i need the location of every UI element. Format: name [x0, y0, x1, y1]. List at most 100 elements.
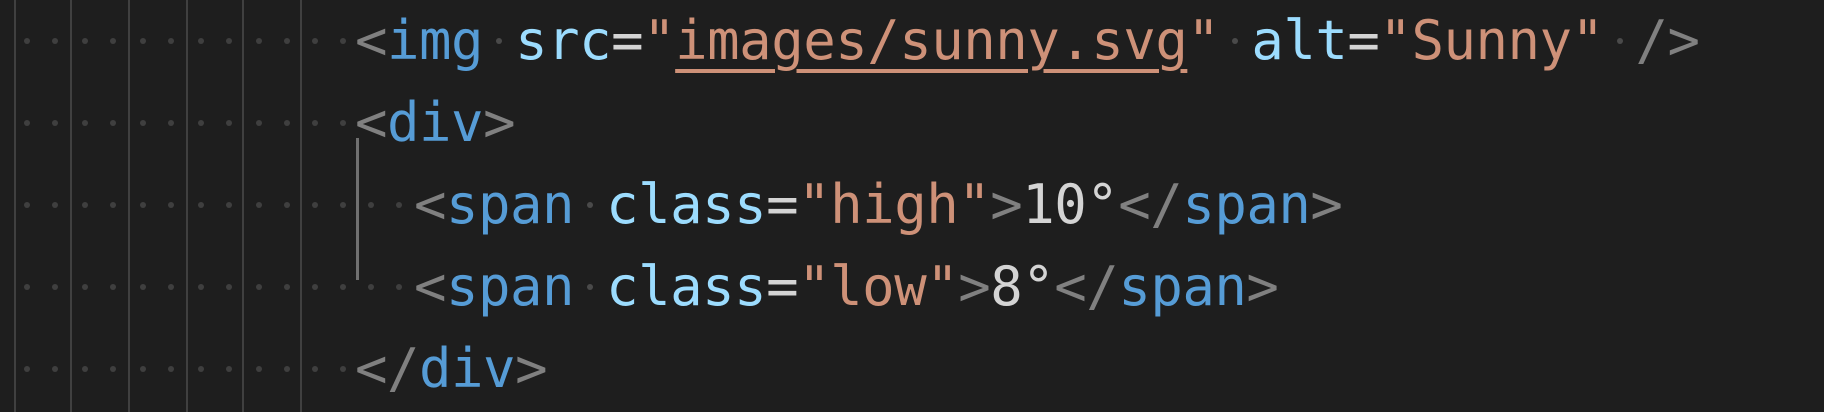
whitespace-dot: [340, 120, 346, 126]
code-text: <div>: [355, 82, 516, 164]
whitespace-dot: [256, 202, 262, 208]
whitespace-dot: [340, 38, 346, 44]
tag-close-bracket: >: [515, 337, 548, 400]
whitespace-dot: [24, 202, 30, 208]
tag-close-bracket: >: [1310, 173, 1343, 236]
whitespace-space: [1219, 9, 1251, 72]
code-text: <span class="high">10°</span>: [414, 164, 1343, 246]
whitespace-dot: [312, 366, 318, 372]
whitespace-dot: [52, 366, 58, 372]
whitespace-space: [1604, 9, 1636, 72]
code-editor[interactable]: <img src="images/sunny.svg" alt="Sunny" …: [0, 0, 1824, 412]
end-tag-open-bracket: </: [1118, 173, 1183, 236]
whitespace-dot: [198, 366, 204, 372]
whitespace-dot: [110, 38, 116, 44]
whitespace-dot: [110, 366, 116, 372]
quote: ": [926, 255, 959, 318]
quote: ": [798, 173, 831, 236]
whitespace-dot: [52, 202, 58, 208]
whitespace-dot: [340, 366, 346, 372]
code-line[interactable]: <span class="low">8°</span>: [0, 246, 1824, 328]
whitespace-dot: [140, 366, 146, 372]
attribute-name: src: [515, 9, 612, 72]
text-content: 8°: [990, 255, 1055, 318]
whitespace-dot: [140, 120, 146, 126]
whitespace-dot: [82, 284, 88, 290]
quote: ": [1571, 9, 1605, 72]
code-line[interactable]: <div>: [0, 82, 1824, 164]
whitespace-dot: [198, 38, 204, 44]
whitespace-dot: [312, 284, 318, 290]
whitespace-dot: [168, 366, 174, 372]
attribute-name: class: [606, 255, 767, 318]
whitespace-dot: [52, 284, 58, 290]
quote: ": [1379, 9, 1412, 72]
tag-open-bracket: <: [414, 255, 447, 318]
end-tag-open-bracket: </: [355, 337, 420, 400]
equals-sign: =: [766, 255, 799, 318]
tag-open-bracket: <: [355, 91, 388, 154]
whitespace-dot: [168, 38, 174, 44]
tag-open-bracket: <: [355, 9, 388, 72]
whitespace-dot: [82, 38, 88, 44]
whitespace-dot: [284, 202, 290, 208]
whitespace-dot: [396, 284, 402, 290]
src-link[interactable]: images/sunny.svg: [675, 9, 1188, 72]
code-line[interactable]: <img src="images/sunny.svg" alt="Sunny" …: [0, 0, 1824, 82]
whitespace-dot: [82, 366, 88, 372]
quote: ": [798, 255, 831, 318]
whitespace-dot: [198, 120, 204, 126]
tag-name: span: [446, 255, 575, 318]
whitespace-dot: [52, 38, 58, 44]
whitespace-dot: [368, 202, 374, 208]
equals-sign: =: [611, 9, 644, 72]
whitespace-space: [574, 255, 606, 318]
code-text: <img src="images/sunny.svg" alt="Sunny" …: [355, 0, 1700, 82]
quote: ": [958, 173, 991, 236]
whitespace-dot: [284, 366, 290, 372]
whitespace-dot: [24, 284, 30, 290]
whitespace-dot: [312, 38, 318, 44]
whitespace-dot: [82, 120, 88, 126]
whitespace-dot: [52, 120, 58, 126]
whitespace-dot: [140, 284, 146, 290]
tag-close-bracket: >: [1246, 255, 1279, 318]
whitespace-dot: [198, 284, 204, 290]
whitespace-dot: [340, 202, 346, 208]
whitespace-dot: [396, 202, 402, 208]
whitespace-dot: [256, 284, 262, 290]
whitespace-dot: [168, 120, 174, 126]
whitespace-dot: [312, 120, 318, 126]
code-line[interactable]: </div>: [0, 328, 1824, 410]
whitespace-dot: [226, 366, 232, 372]
tag-close-bracket: >: [958, 255, 991, 318]
quote: ": [1187, 9, 1220, 72]
whitespace-dot: [256, 120, 262, 126]
whitespace-dot: [24, 120, 30, 126]
tag-name: img: [387, 9, 484, 72]
end-tag-name: span: [1118, 255, 1247, 318]
whitespace-dot: [226, 202, 232, 208]
whitespace-dot: [312, 202, 318, 208]
tag-open-bracket: <: [414, 173, 447, 236]
code-text: </div>: [355, 328, 548, 410]
whitespace-dot: [110, 202, 116, 208]
tag-name: div: [387, 91, 484, 154]
tag-close-bracket: >: [483, 91, 516, 154]
whitespace-dot: [226, 120, 232, 126]
attribute-value: Sunny: [1411, 9, 1572, 72]
code-line[interactable]: <span class="high">10°</span>: [0, 164, 1824, 246]
whitespace-space: [574, 173, 606, 236]
tag-name: span: [446, 173, 575, 236]
whitespace-space: [483, 9, 515, 72]
whitespace-dot: [110, 284, 116, 290]
whitespace-dot: [226, 38, 232, 44]
whitespace-dot: [284, 38, 290, 44]
equals-sign: =: [1347, 9, 1380, 72]
tag-self-close: />: [1635, 9, 1701, 72]
whitespace-dot: [110, 120, 116, 126]
whitespace-dot: [168, 202, 174, 208]
code-text: <span class="low">8°</span>: [414, 246, 1279, 328]
whitespace-dot: [256, 366, 262, 372]
whitespace-dot: [140, 202, 146, 208]
